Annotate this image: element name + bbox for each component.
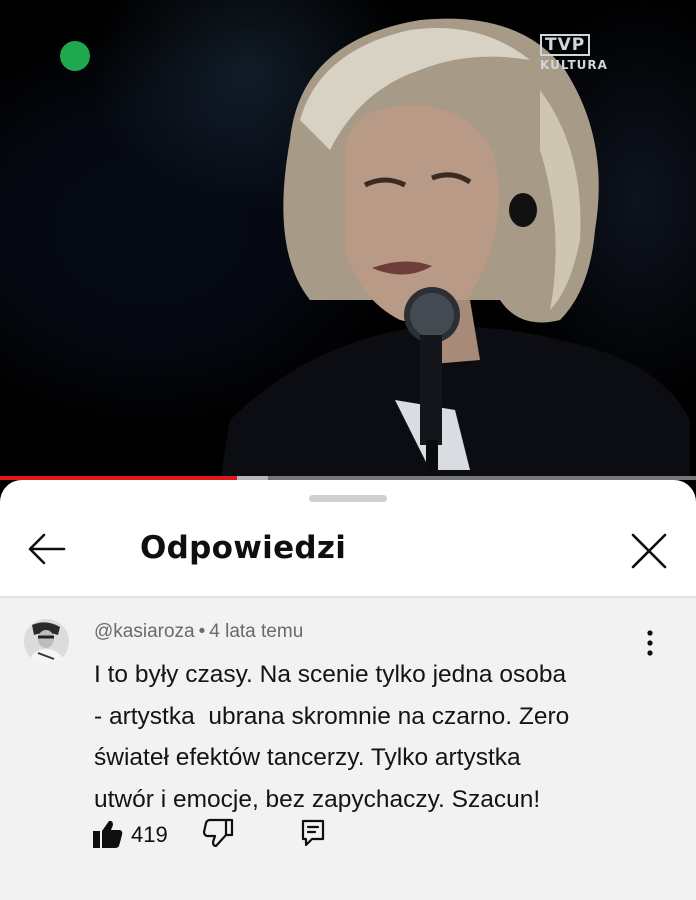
channel-logo: TVP KULTURA bbox=[540, 34, 608, 72]
reply-button[interactable] bbox=[300, 818, 326, 848]
comment-line: I to były czasy. Na scenie tylko jedna o… bbox=[94, 661, 567, 688]
comment-line: - artystka ubrana skromnie na czarno. Ze… bbox=[94, 702, 570, 730]
comment-line: świateł efektów tancerzy. Tylko artystka bbox=[94, 744, 521, 771]
reply-icon bbox=[301, 819, 325, 847]
close-button[interactable] bbox=[626, 528, 672, 574]
arrow-left-icon bbox=[28, 533, 66, 565]
meta-separator: • bbox=[198, 621, 206, 642]
sheet-title: Odpowiedzi bbox=[140, 530, 347, 566]
thumb-down-icon bbox=[202, 818, 234, 848]
avatar-image bbox=[24, 619, 69, 664]
video-player[interactable]: TVP KULTURA bbox=[0, 0, 696, 480]
like-button[interactable] bbox=[92, 819, 124, 849]
comment: @kasiaroza • 4 lata temu I to były czasy. … bbox=[0, 598, 696, 900]
video-frame-singer bbox=[220, 18, 690, 480]
thumb-up-icon bbox=[93, 820, 123, 848]
drag-handle[interactable] bbox=[309, 495, 387, 502]
comment-meta: @kasiaroza • 4 lata temu bbox=[94, 621, 303, 643]
comment-menu-button[interactable] bbox=[636, 626, 664, 660]
like-count: 419 bbox=[131, 822, 168, 847]
close-icon bbox=[631, 533, 667, 569]
comment-author[interactable]: @kasiaroza bbox=[94, 621, 195, 642]
comment-line: utwór i emocje, bez zapychaczy. Szacun! bbox=[94, 785, 541, 813]
more-vertical-icon bbox=[647, 630, 653, 656]
comment-text: I to były czasy. Na scenie tylko jedna o… bbox=[94, 654, 634, 820]
channel-logo-sub: KULTURA bbox=[540, 58, 608, 72]
avatar[interactable] bbox=[24, 619, 69, 664]
replies-sheet: Odpowiedzi @kasiaroza • 4 lata temu I to… bbox=[0, 480, 696, 900]
channel-logo-main: TVP bbox=[540, 34, 591, 56]
back-button[interactable] bbox=[22, 529, 72, 569]
comment-time: 4 lata temu bbox=[209, 621, 304, 642]
comment-actions: 419 bbox=[92, 815, 392, 855]
dislike-button[interactable] bbox=[202, 818, 234, 848]
